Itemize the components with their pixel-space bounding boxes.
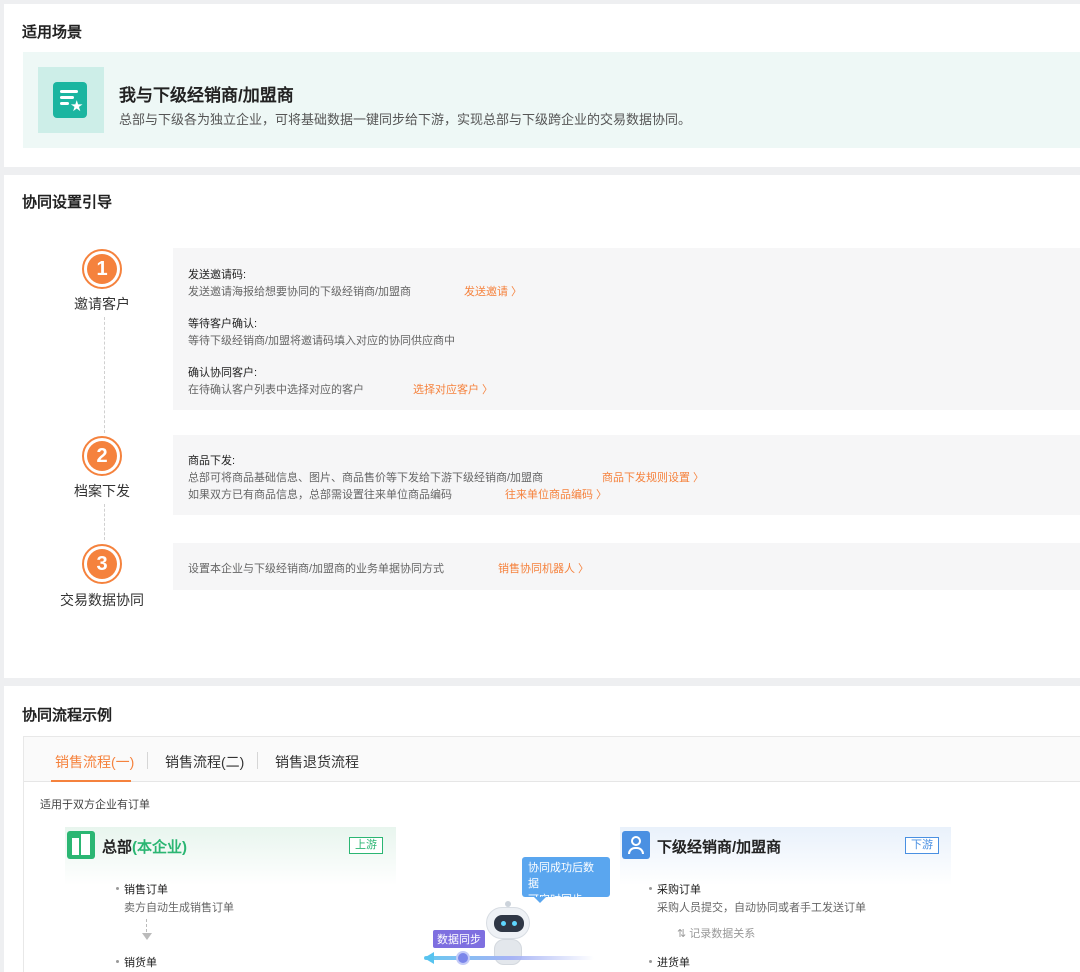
doc-star-icon: ★ [38, 67, 104, 133]
doc-name: 销货单 [124, 957, 157, 969]
product-rule-link[interactable]: 商品下发规则设置 〉 [602, 469, 704, 485]
distributor-card-title: 下级经销商/加盟商 [657, 839, 782, 856]
step-item-title: 商品下发: [188, 455, 236, 467]
select-customer-link[interactable]: 选择对应客户 〉 [413, 381, 493, 397]
step-item-title: 发送邀请码: [188, 269, 247, 281]
step-item-desc: 设置本企业与下级经销商/加盟商的业务单据协同方式 [188, 563, 445, 575]
step-item-title: 等待客户确认: [188, 318, 258, 330]
doc-desc: 卖方自动生成销售订单 [124, 902, 234, 914]
step-item-desc: 等待下级经销商/加盟将邀请码填入对应的协同供应商中 [188, 335, 456, 347]
doc-desc: 采购人员提交，自动协同或者手工发送订单 [657, 902, 866, 914]
bullet-dot [649, 887, 652, 890]
step-1-label: 邀请客户 [74, 296, 130, 312]
step-1-box: 发送邀请码: 发送邀请海报给想要协同的下级经销商/加盟商 发送邀请 〉 等待客户… [173, 248, 1080, 410]
scene-panel: 适用场景 ★ 我与下级经销商/加盟商 总部与下级各为独立企业，可将基础数据一键同… [4, 4, 1080, 167]
doc-name: 进货单 [657, 957, 690, 969]
step-connector [104, 317, 105, 433]
sales-robot-link[interactable]: 销售协同机器人 〉 [498, 560, 589, 576]
tab-divider [147, 752, 148, 769]
distributor-card: 下级经销商/加盟商 下游 采购订单 采购人员提交，自动协同或者手工发送订单 ⇅ … [620, 827, 951, 972]
tab-sales-return-flow[interactable]: 销售退货流程 [275, 752, 359, 772]
data-sync-label: 数据同步 [433, 930, 485, 948]
step-2-label: 档案下发 [74, 483, 130, 499]
step-item-title: 确认协同客户: [188, 367, 258, 379]
flow-panel: 协同流程示例 销售流程(一) 销售流程(二) 销售退货流程 适用于双方企业有订单… [4, 686, 1080, 972]
scene-name: 我与下级经销商/加盟商 [119, 86, 294, 105]
step-connector [104, 504, 105, 540]
tab-sales-flow-2[interactable]: 销售流程(二) [165, 752, 244, 772]
scene-card[interactable]: ★ 我与下级经销商/加盟商 总部与下级各为独立企业，可将基础数据一键同步给下游，… [23, 52, 1080, 148]
sync-arrow-head-icon [424, 952, 434, 964]
guide-panel: 协同设置引导 1 邀请客户 发送邀请码: 发送邀请海报给想要协同的下级经销商/加… [4, 175, 1080, 678]
step-2-box: 商品下发: 总部可将商品基础信息、图片、商品售价等下发给下游下级经销商/加盟商 … [173, 435, 1080, 515]
sync-ball-icon [456, 951, 470, 965]
relation-text: ⇅ 记录数据关系 [677, 928, 756, 940]
step-3-label: 交易数据协同 [60, 592, 144, 608]
bullet-dot [649, 960, 652, 963]
doc-name: 销售订单 [124, 884, 168, 896]
step-2-number-icon: 2 [82, 436, 122, 476]
unit-product-code-link[interactable]: 往来单位商品编码 〉 [505, 486, 607, 502]
step-3-box: 设置本企业与下级经销商/加盟商的业务单据协同方式 销售协同机器人 〉 [173, 543, 1080, 590]
downstream-badge: 下游 [905, 837, 939, 854]
step-1-number-icon: 1 [82, 249, 122, 289]
sync-tip-line1: 协同成功后数据 [528, 862, 594, 890]
upstream-badge: 上游 [349, 837, 383, 854]
scene-desc: 总部与下级各为独立企业，可将基础数据一键同步给下游，实现总部与下级跨企业的交易数… [119, 112, 692, 127]
doc-name: 采购订单 [657, 884, 701, 896]
building-icon [67, 831, 95, 859]
active-tab-indicator [51, 780, 131, 782]
step-item-desc: 发送邀请海报给想要协同的下级经销商/加盟商 [188, 286, 412, 298]
tab-sales-flow-1[interactable]: 销售流程(一) [55, 752, 134, 772]
tab-divider [257, 752, 258, 769]
step-item-desc: 总部可将商品基础信息、图片、商品售价等下发给下游下级经销商/加盟商 [188, 472, 544, 484]
step-item-desc: 如果双方已有商品信息，总部需设置往来单位商品编码 [188, 489, 452, 501]
step-3-number-icon: 3 [82, 544, 122, 584]
scene-section-title: 适用场景 [22, 24, 83, 41]
sync-tip-line2: 可实时同步 [528, 894, 583, 906]
sync-arrow-line [424, 956, 594, 960]
flow-section-title: 协同流程示例 [22, 707, 113, 724]
step-item-desc: 在待确认客户列表中选择对应的客户 [188, 384, 364, 396]
flow-tabs: 销售流程(一) 销售流程(二) 销售退货流程 [24, 737, 1080, 782]
flow-note: 适用于双方企业有订单 [40, 799, 150, 811]
bullet-dot [116, 887, 119, 890]
hq-card: 总部(本企业) 上游 销售订单 卖方自动生成销售订单 销货单 [65, 827, 396, 972]
user-icon [622, 831, 650, 859]
hq-card-title: 总部(本企业) [102, 839, 188, 856]
guide-section-title: 协同设置引导 [22, 194, 113, 211]
sync-tip-bubble: 协同成功后数据 可实时同步 [522, 857, 610, 906]
flow-box: 销售流程(一) 销售流程(二) 销售退货流程 适用于双方企业有订单 总部(本企业… [23, 736, 1080, 972]
bullet-dot [116, 960, 119, 963]
send-invite-link[interactable]: 发送邀请 〉 [464, 283, 522, 299]
arrow-down-icon [142, 919, 152, 940]
